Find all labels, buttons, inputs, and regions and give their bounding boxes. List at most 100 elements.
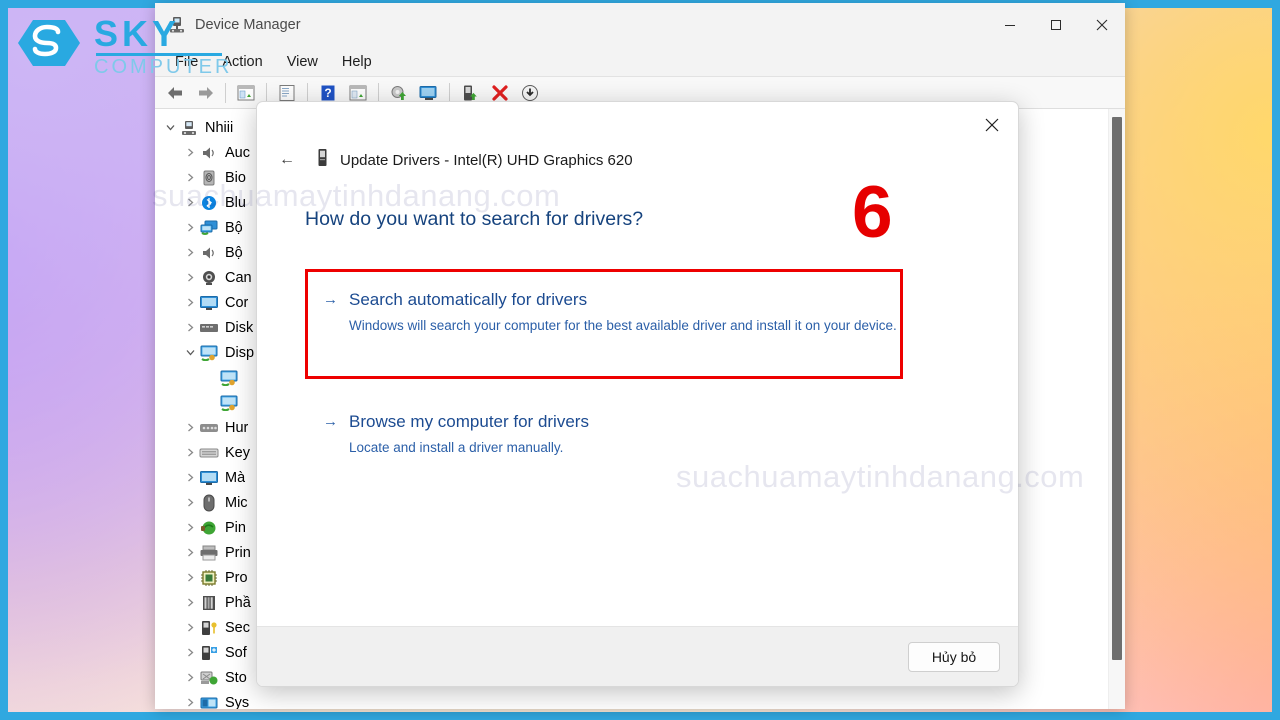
processor-icon — [199, 569, 219, 587]
tree-item-label: Auc — [225, 144, 250, 161]
chevron-right-icon[interactable] — [181, 573, 199, 582]
hid-icon — [199, 419, 219, 437]
tree-item-label: Hur — [225, 419, 249, 436]
chevron-right-icon[interactable] — [181, 698, 199, 707]
chevron-right-icon[interactable] — [181, 173, 199, 182]
toolbar-separator — [266, 82, 267, 103]
tree-item-label: Nhiii — [205, 119, 234, 136]
system-device-icon — [199, 694, 219, 710]
forward-arrow-icon[interactable] — [191, 80, 219, 106]
display-adapter-child-icon — [219, 394, 239, 412]
battery-icon — [199, 519, 219, 537]
cancel-button[interactable]: Hủy bỏ — [908, 641, 1000, 672]
dialog-close-icon[interactable] — [972, 108, 1012, 142]
mouse-icon — [199, 494, 219, 512]
show-hide-console-tree-icon[interactable] — [232, 80, 260, 106]
tree-item-label: Key — [225, 444, 250, 461]
chevron-down-icon[interactable] — [161, 123, 179, 132]
tree-item-label: Disp — [225, 344, 255, 361]
dialog-content: How do you want to search for drivers? →… — [257, 174, 1018, 626]
storage-controller-icon — [199, 669, 219, 687]
sky-hexagon-icon — [16, 18, 82, 73]
scrollbar-thumb[interactable] — [1112, 117, 1122, 660]
option-description: Windows will search your computer for th… — [349, 318, 897, 333]
menu-item-view[interactable]: View — [275, 51, 330, 73]
toolbar-separator — [225, 82, 226, 103]
dialog-footer: Hủy bỏ — [257, 626, 1018, 686]
chevron-right-icon[interactable] — [181, 198, 199, 207]
toolbar-separator — [307, 82, 308, 103]
option-search-automatically[interactable]: → Search automatically for drivers Windo… — [305, 269, 976, 379]
chevron-down-icon[interactable] — [181, 348, 199, 357]
tree-item-label: Mà — [225, 469, 246, 486]
device-icon — [315, 148, 330, 172]
update-drivers-dialog: ← Update Drivers - Intel(R) UHD Graphics… — [256, 101, 1019, 687]
logo-sky-text: SKY — [94, 13, 181, 54]
network-icon — [199, 219, 219, 237]
chevron-right-icon[interactable] — [181, 498, 199, 507]
tree-item-label: Mic — [225, 494, 248, 511]
software-device-icon — [199, 644, 219, 662]
chevron-right-icon[interactable] — [181, 673, 199, 682]
chevron-right-icon[interactable] — [181, 248, 199, 257]
menu-bar: File Action View Help — [155, 47, 1125, 77]
chevron-right-icon[interactable] — [181, 223, 199, 232]
chevron-right-icon[interactable] — [181, 423, 199, 432]
chevron-right-icon[interactable] — [181, 523, 199, 532]
chevron-right-icon[interactable] — [181, 473, 199, 482]
tree-item-label: Phầ — [225, 594, 251, 611]
menu-item-help[interactable]: Help — [330, 51, 384, 73]
chevron-right-icon[interactable] — [181, 448, 199, 457]
logo-computer-text: COMPUTER — [94, 56, 233, 78]
chevron-right-icon[interactable] — [181, 273, 199, 282]
display-adapter-icon — [199, 344, 219, 362]
option-browse-my-computer[interactable]: → Browse my computer for drivers Locate … — [305, 379, 976, 457]
svg-text:?: ? — [324, 86, 331, 100]
chevron-right-icon[interactable] — [181, 148, 199, 157]
tree-item-label: Can — [225, 269, 252, 286]
tree-item-label: Bộ — [225, 219, 243, 236]
camera-icon — [199, 269, 219, 287]
toolbar-separator — [378, 82, 379, 103]
minimize-button[interactable] — [987, 3, 1033, 47]
maximize-button[interactable] — [1033, 3, 1079, 47]
tree-item-label: Pro — [225, 569, 248, 586]
arrow-right-icon: → — [323, 413, 338, 430]
back-arrow-icon[interactable] — [161, 80, 189, 106]
options-list: → Search automatically for drivers Windo… — [305, 269, 976, 457]
computer-node-icon — [179, 119, 199, 137]
display-icon — [199, 469, 219, 487]
tree-item-label: Bio — [225, 169, 246, 186]
chevron-right-icon[interactable] — [181, 548, 199, 557]
toolbar-separator — [449, 82, 450, 103]
option-title[interactable]: Search automatically for drivers — [349, 289, 976, 311]
print-queue-icon — [199, 544, 219, 562]
window-titlebar: Device Manager — [155, 3, 1125, 47]
arrow-right-icon: → — [323, 291, 338, 308]
keyboard-icon — [199, 444, 219, 462]
disk-drive-icon — [199, 319, 219, 337]
chevron-right-icon[interactable] — [181, 598, 199, 607]
sound-icon — [199, 244, 219, 262]
monitor-icon — [199, 294, 219, 312]
option-title[interactable]: Browse my computer for drivers — [349, 411, 976, 433]
chevron-right-icon[interactable] — [181, 648, 199, 657]
tree-item-label: Pin — [225, 519, 246, 536]
tree-item-label: Cor — [225, 294, 249, 311]
audio-icon — [199, 144, 219, 162]
chevron-right-icon[interactable] — [181, 623, 199, 632]
tree-item-label: Sec — [225, 619, 250, 636]
chevron-right-icon[interactable] — [181, 323, 199, 332]
device-tree-scrollbar[interactable] — [1108, 109, 1125, 709]
firmware-icon — [199, 594, 219, 612]
tree-item-label: Sys — [225, 694, 250, 710]
chevron-right-icon[interactable] — [181, 298, 199, 307]
back-icon[interactable]: ← — [273, 146, 301, 174]
tree-item-label: Disk — [225, 319, 254, 336]
screenshot-root: Device Manager File Action View Help ? N… — [0, 0, 1280, 720]
option-description: Locate and install a driver manually. — [349, 440, 564, 455]
security-device-icon — [199, 619, 219, 637]
bluetooth-icon — [199, 194, 219, 212]
tree-item[interactable]: Sys — [161, 690, 1108, 709]
close-button[interactable] — [1079, 3, 1125, 47]
